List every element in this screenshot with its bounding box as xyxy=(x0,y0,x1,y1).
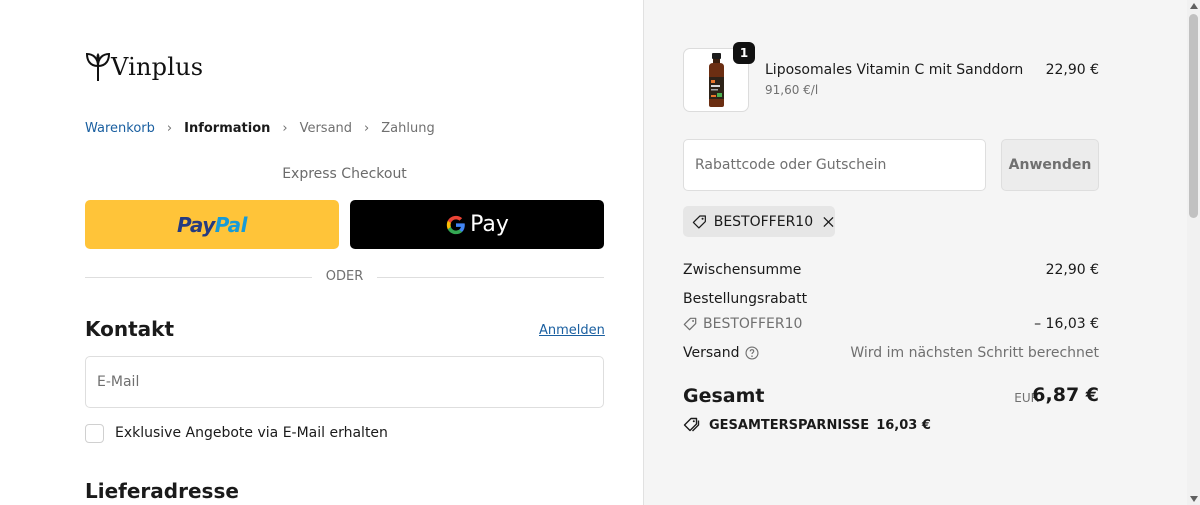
total-savings: GESAMTERSPARNISSE 16,03 € xyxy=(683,417,931,433)
order-discount-code: BESTOFFER10 xyxy=(703,316,803,332)
tag-icon xyxy=(692,214,706,229)
leaf-logo-icon xyxy=(85,52,111,81)
google-g-icon xyxy=(446,215,465,234)
paypal-button[interactable]: PayPal xyxy=(85,200,339,249)
quantity-badge: 1 xyxy=(733,42,755,64)
divider-label: ODER xyxy=(325,269,364,284)
breadcrumb-cart[interactable]: Warenkorb xyxy=(85,121,155,136)
chevron-right-icon: › xyxy=(166,120,173,136)
scrollbar-thumb[interactable] xyxy=(1189,14,1198,218)
savings-value: 16,03 € xyxy=(876,417,931,433)
breadcrumb-payment: Zahlung xyxy=(381,120,435,136)
paypal-logo-pal: Pal xyxy=(214,212,248,237)
newsletter-label[interactable]: Exklusive Angebote via E-Mail erhalten xyxy=(115,425,388,441)
help-circle-icon[interactable] xyxy=(744,346,759,360)
product-unit-price: 91,60 €/l xyxy=(765,83,819,97)
applied-discount-chip: BESTOFFER10 xyxy=(683,206,835,237)
divider-left xyxy=(85,277,312,278)
savings-label: GESAMTERSPARNISSE xyxy=(709,417,870,433)
total-label: Gesamt xyxy=(683,385,765,407)
chevron-right-icon: › xyxy=(282,120,288,136)
paypal-logo: PayPal xyxy=(176,212,248,237)
subtotal-label: Zwischensumme xyxy=(683,262,802,278)
contact-title: Kontakt xyxy=(85,317,175,341)
breadcrumb-information: Information xyxy=(184,120,271,136)
paypal-logo-pay: Pay xyxy=(176,212,215,237)
shipping-label: Versand xyxy=(683,345,740,361)
google-pay-button[interactable]: Pay xyxy=(350,200,604,249)
shipping-value: Wird im nächsten Schritt berechnet xyxy=(850,345,1099,361)
product-name: Liposomales Vitamin C mit Sanddorn xyxy=(765,62,1024,78)
apply-discount-button[interactable]: Anwenden xyxy=(1001,139,1099,191)
product-price: 22,90 € xyxy=(1045,62,1099,78)
tags-icon xyxy=(683,417,700,432)
breadcrumb: Warenkorb › Information › Versand › Zahl… xyxy=(85,119,435,137)
total-value: 6,87 € xyxy=(1032,384,1099,406)
applied-discount-code: BESTOFFER10 xyxy=(713,213,814,230)
email-field[interactable] xyxy=(85,356,604,408)
brand-name: Vinplus xyxy=(111,53,204,81)
chevron-right-icon: › xyxy=(364,120,370,136)
brand-logo[interactable]: Vinplus xyxy=(85,52,203,82)
remove-discount-icon[interactable] xyxy=(822,215,835,229)
express-checkout-title: Express Checkout xyxy=(282,166,407,182)
breadcrumb-shipping: Versand xyxy=(299,120,353,136)
shipping-address-title: Lieferadresse xyxy=(85,479,239,503)
login-link[interactable]: Anmelden xyxy=(539,323,605,338)
shipping-row: Versand xyxy=(683,345,759,361)
scroll-down-arrow-icon[interactable] xyxy=(1189,496,1198,502)
tag-icon xyxy=(683,317,697,331)
discount-code-input[interactable] xyxy=(683,139,986,191)
newsletter-checkbox[interactable] xyxy=(85,424,104,443)
google-pay-label: Pay xyxy=(470,212,509,237)
scrollbar[interactable] xyxy=(1187,0,1200,505)
checkout-main: Vinplus Warenkorb › Information › Versan… xyxy=(0,0,643,505)
divider-right xyxy=(377,277,604,278)
order-discount-label: Bestellungsrabatt xyxy=(683,291,808,307)
scroll-up-arrow-icon[interactable] xyxy=(1189,3,1198,9)
order-discount-value: – 16,03 € xyxy=(1034,316,1099,332)
order-discount-code-row: BESTOFFER10 xyxy=(683,316,802,332)
subtotal-value: 22,90 € xyxy=(1045,262,1099,278)
